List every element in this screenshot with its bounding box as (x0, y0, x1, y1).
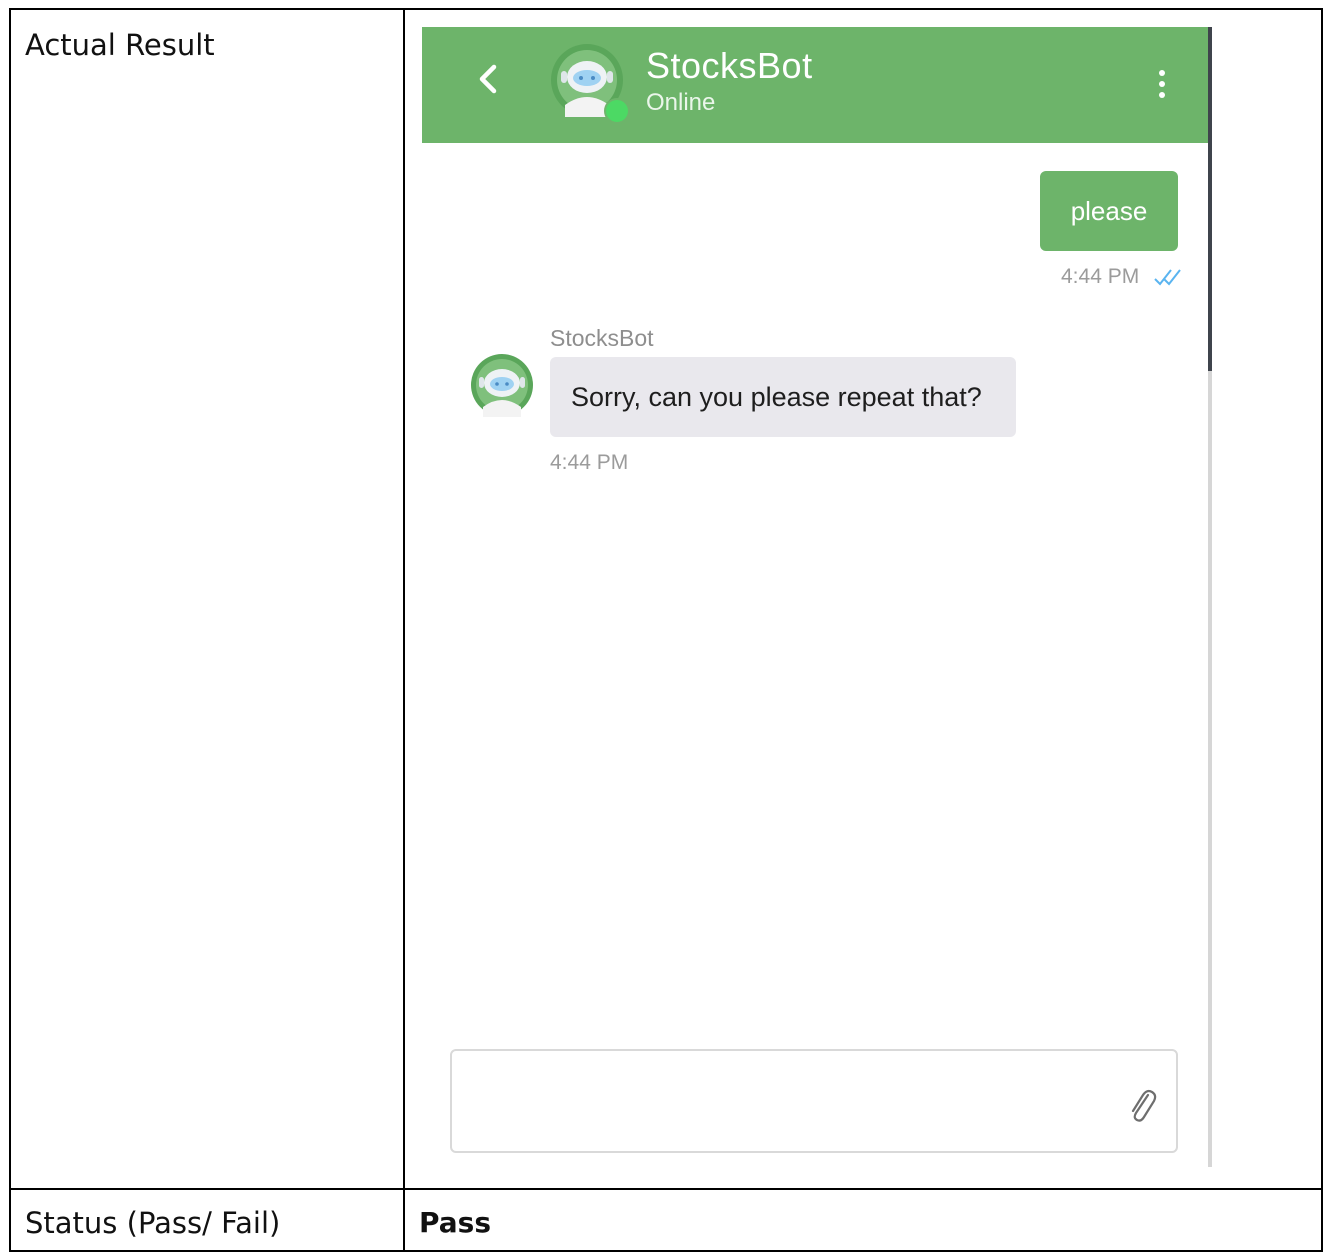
status-label-cell: Status (Pass/ Fail) (9, 1188, 405, 1252)
bot-sender-name: StocksBot (550, 325, 654, 351)
chat-header: StocksBot Online (422, 27, 1208, 143)
chevron-left-icon[interactable] (470, 61, 506, 97)
bot-message-time: 4:44 PM (550, 451, 629, 474)
actual-result-label: Actual Result (25, 28, 215, 62)
actual-result-row: Actual Result StocksBot Online please 4:… (9, 8, 1323, 1190)
message-input[interactable] (466, 1065, 1110, 1139)
status-row: Status (Pass/ Fail) Pass (9, 1188, 1323, 1252)
test-case-table: Actual Result StocksBot Online please 4:… (9, 8, 1323, 1252)
bot-avatar-icon (471, 354, 533, 417)
online-status-dot (604, 98, 630, 124)
double-check-icon (1154, 269, 1181, 286)
chat-widget: StocksBot Online please 4:44 PM StocksBo… (422, 27, 1212, 1167)
user-message-time: 4:44 PM (1061, 265, 1140, 288)
status-value-cell: Pass (403, 1188, 1323, 1252)
status-value: Pass (419, 1206, 491, 1239)
status-label: Status (Pass/ Fail) (25, 1206, 281, 1240)
actual-result-screenshot-cell: StocksBot Online please 4:44 PM StocksBo… (403, 8, 1323, 1190)
vertical-dots-icon[interactable] (1150, 67, 1174, 101)
scrollbar-thumb[interactable] (1208, 27, 1212, 371)
chat-status: Online (646, 89, 716, 116)
paperclip-icon[interactable] (1124, 1085, 1160, 1125)
actual-result-label-cell: Actual Result (9, 8, 405, 1190)
message-composer (450, 1049, 1178, 1153)
user-message-bubble: please (1040, 171, 1178, 251)
bot-message-bubble: Sorry, can you please repeat that? (550, 357, 1016, 437)
chat-title: StocksBot (646, 45, 813, 86)
